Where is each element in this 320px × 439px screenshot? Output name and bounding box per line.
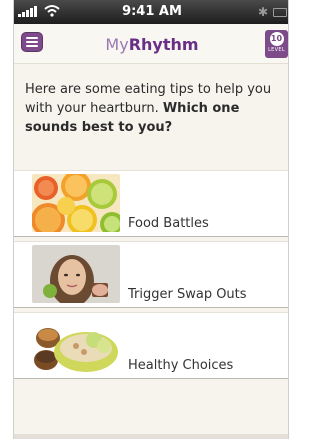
woman-choosing-food-image: [32, 245, 120, 303]
option-food-battles[interactable]: Food Battles: [14, 170, 288, 237]
option-trigger-swap-outs[interactable]: Trigger Swap Outs: [14, 241, 288, 308]
healthy-bowls-image: [32, 316, 120, 374]
bottom-divider: [14, 434, 288, 439]
option-label: Trigger Swap Outs: [128, 287, 247, 302]
app-logo: MyRhythm: [14, 35, 288, 54]
battery-icon: [273, 8, 287, 17]
option-label: Healthy Choices: [128, 358, 234, 373]
level-badge[interactable]: 10 LEVEL: [265, 30, 288, 58]
logo-main: Rhythm: [128, 35, 199, 54]
logo-prefix: My: [105, 35, 129, 54]
status-time: 9:41 AM: [122, 4, 182, 19]
intro-text: Here are some eating tips to help you wi…: [25, 80, 287, 137]
option-healthy-choices[interactable]: Healthy Choices: [14, 312, 288, 379]
app-header: MyRhythm 10 LEVEL: [14, 24, 288, 64]
citrus-fruits-image: [32, 174, 120, 232]
level-label: LEVEL: [268, 47, 285, 53]
level-number: 10: [269, 32, 284, 46]
option-label: Food Battles: [128, 216, 209, 231]
status-bar: 9:41 AM ✱: [14, 0, 288, 24]
bluetooth-icon: ✱: [257, 5, 268, 19]
phone-screen: 9:41 AM ✱ MyRhythm 10 LEVEL Here are som…: [13, 0, 289, 439]
